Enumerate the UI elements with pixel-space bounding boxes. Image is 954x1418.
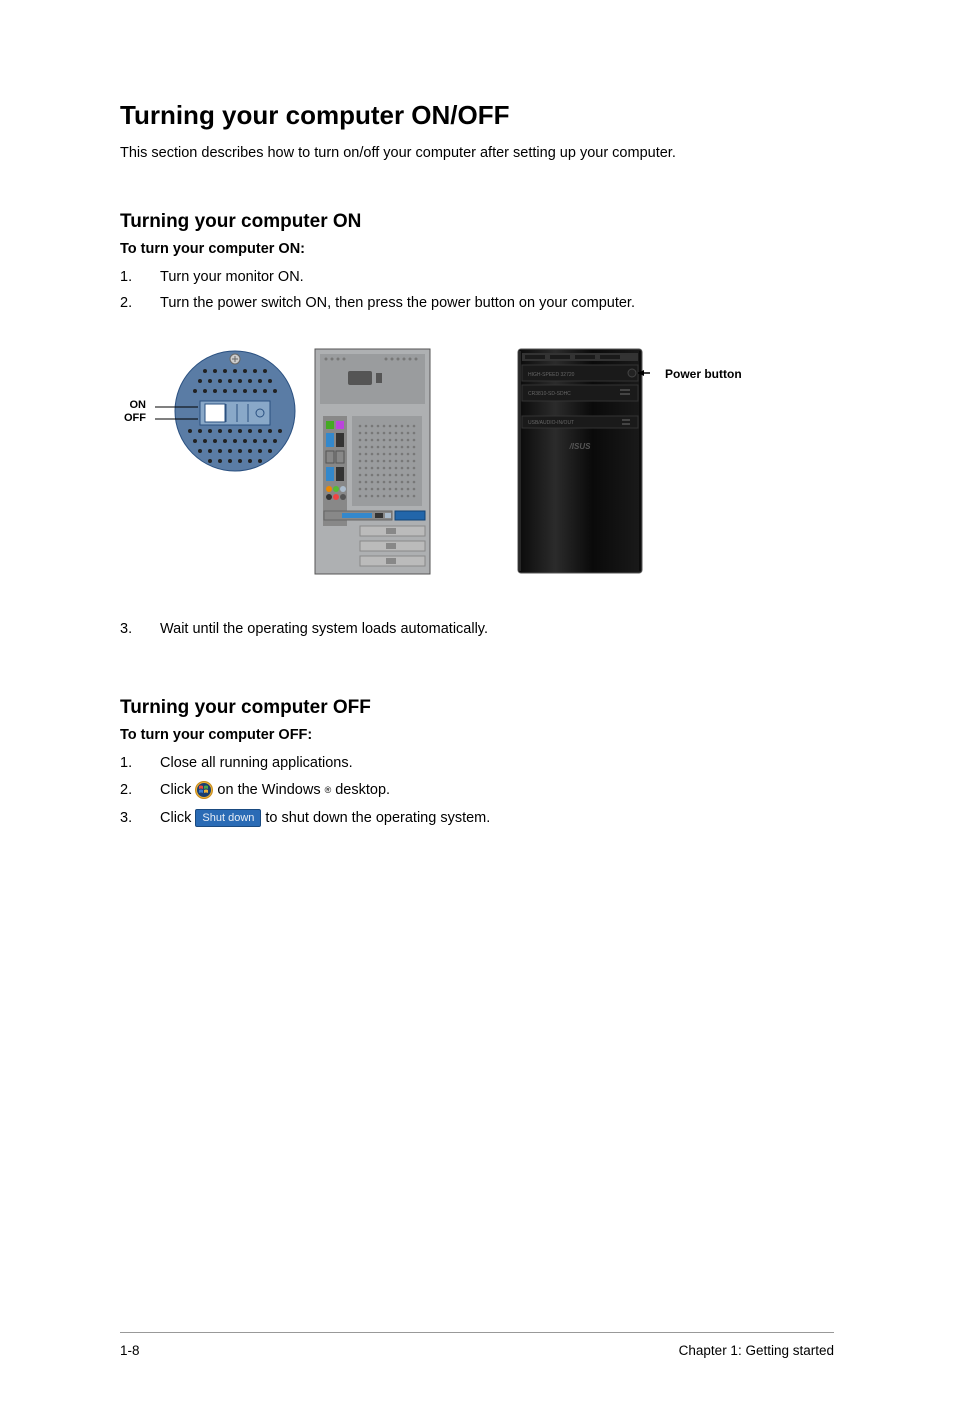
on-steps-list-cont: 3. Wait until the operating system loads… [120, 621, 834, 637]
list-item: 2. Turn the power switch ON, then press … [120, 295, 834, 311]
list-item: 2. Click on the Windows® [120, 781, 834, 799]
step-number: 1. [120, 269, 160, 285]
page-number: 1-8 [120, 1343, 140, 1358]
step-text: Turn the power switch ON, then press the… [160, 295, 834, 311]
list-item: 1. Close all running applications. [120, 755, 834, 771]
shutdown-button-icon: Shut down [195, 809, 261, 827]
step-text: Turn your monitor ON. [160, 269, 834, 285]
step-text: Close all running applications. [160, 755, 834, 771]
step-number: 2. [120, 782, 160, 798]
chapter-label: Chapter 1: Getting started [679, 1343, 834, 1358]
windows-start-icon [195, 781, 213, 799]
back-panel-image-block: ON OFF [120, 341, 440, 581]
illustration-row: ON OFF [120, 341, 834, 581]
list-item: 1. Turn your monitor ON. [120, 269, 834, 285]
step-number: 3. [120, 810, 160, 826]
step-text: Click Shut down to shut down the operati… [160, 809, 834, 827]
section-off-subhead: To turn your computer OFF: [120, 727, 834, 743]
power-button-label: Power button [665, 367, 742, 381]
section-on-subhead: To turn your computer ON: [120, 241, 834, 257]
svg-text:/ISUS: /ISUS [569, 442, 592, 451]
svg-text:USB/AUDIO-IN/OUT: USB/AUDIO-IN/OUT [528, 420, 574, 426]
section-off-heading: Turning your computer OFF [120, 697, 834, 719]
intro-text: This section describes how to turn on/of… [120, 145, 834, 161]
section-on-heading: Turning your computer ON [120, 211, 834, 233]
page-footer: 1-8 Chapter 1: Getting started [120, 1332, 834, 1358]
svg-text:CR3810-SD-SDHC: CR3810-SD-SDHC [528, 391, 571, 397]
svg-text:HIGH-SPEED 32720: HIGH-SPEED 32720 [528, 372, 575, 378]
main-heading: Turning your computer ON/OFF [120, 100, 834, 131]
front-panel-image-block: Power button [510, 341, 650, 581]
step-number: 1. [120, 755, 160, 771]
pc-back-panel-illustration [120, 341, 440, 581]
off-steps-list: 1. Close all running applications. 2. Cl… [120, 755, 834, 827]
pc-front-panel-illustration: HIGH-SPEED 32720 CR3810-SD-SDHC USB/AUDI… [510, 341, 650, 581]
step-text: Wait until the operating system loads au… [160, 621, 834, 637]
list-item: 3. Wait until the operating system loads… [120, 621, 834, 637]
step-text: Click on the Windows® desktop. [160, 781, 834, 799]
list-item: 3. Click Shut down to shut down the oper… [120, 809, 834, 827]
step-number: 3. [120, 621, 160, 637]
on-off-label: ON OFF [124, 399, 146, 425]
step-number: 2. [120, 295, 160, 311]
on-steps-list: 1. Turn your monitor ON. 2. Turn the pow… [120, 269, 834, 311]
